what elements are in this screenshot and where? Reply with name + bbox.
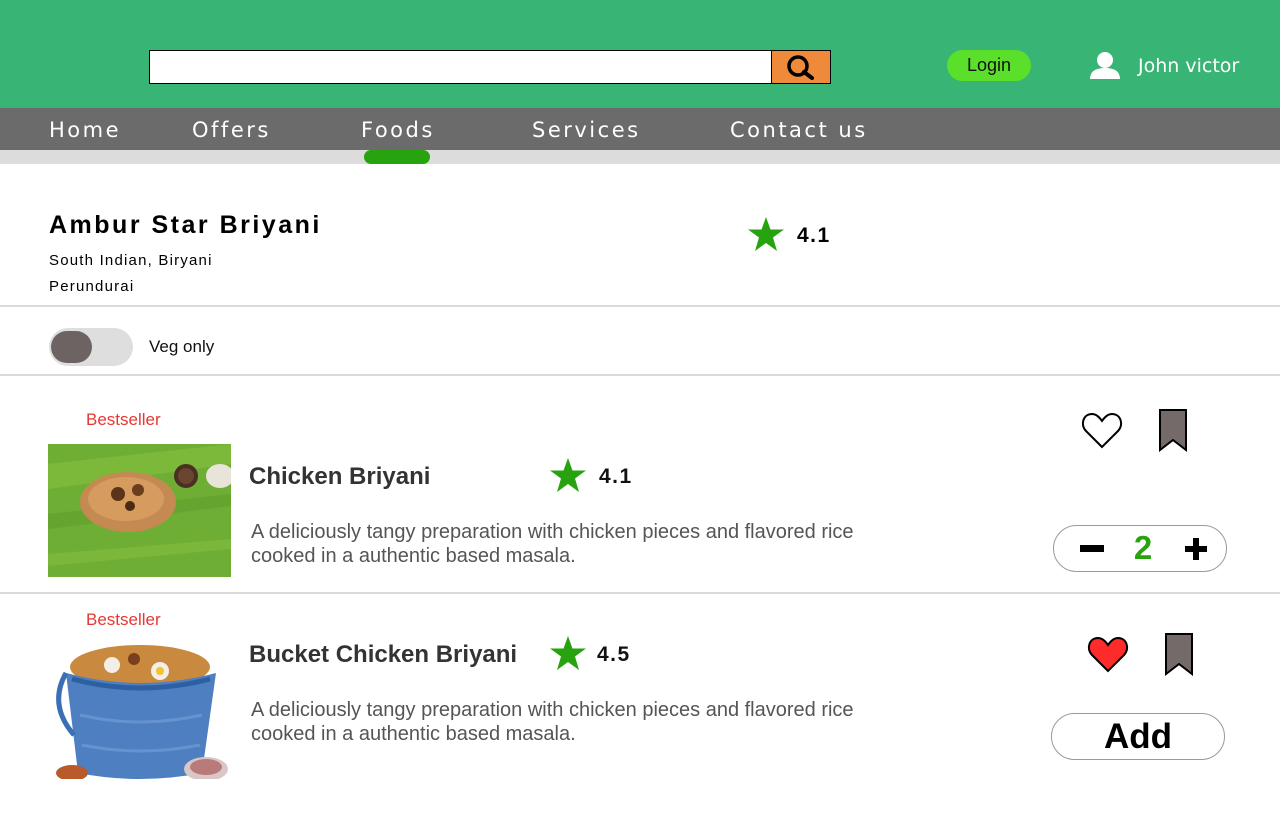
search-button[interactable] [771, 51, 830, 83]
divider [0, 592, 1280, 594]
nav-item-foods[interactable]: Foods [361, 118, 435, 142]
toggle-knob [51, 331, 92, 363]
veg-only-toggle[interactable] [49, 328, 133, 366]
minus-icon [1080, 545, 1104, 552]
restaurant-rating: 4.1 [797, 224, 831, 247]
divider [0, 305, 1280, 307]
search-bar [149, 50, 831, 84]
decrease-quantity-button[interactable] [1078, 534, 1106, 564]
chicken-briyani-image[interactable] [48, 444, 231, 577]
restaurant-location: Perundurai [49, 278, 135, 295]
bucket-chicken-briyani-image[interactable] [52, 645, 231, 779]
quantity-value: 2 [1133, 529, 1153, 566]
add-to-cart-button[interactable]: Add [1051, 713, 1225, 760]
bookmark-icon[interactable] [1164, 632, 1194, 676]
bookmark-icon[interactable] [1158, 408, 1188, 452]
item-rating: 4.5 [597, 643, 631, 666]
bestseller-badge: Bestseller [86, 610, 161, 629]
item-description: A deliciously tangy preparation with chi… [251, 521, 854, 567]
item-rating: 4.1 [599, 465, 633, 488]
quantity-stepper: 2 [1053, 525, 1227, 572]
item-description: A deliciously tangy preparation with chi… [251, 699, 854, 745]
restaurant-name: Ambur Star Briyani [49, 211, 322, 239]
bestseller-badge: Bestseller [86, 410, 161, 429]
item-name: Chicken Briyani [249, 463, 431, 490]
nav-item-offers[interactable]: Offers [192, 118, 271, 142]
plus-icon [1185, 538, 1207, 560]
star-icon [550, 458, 586, 492]
item-name: Bucket Chicken Briyani [249, 641, 518, 668]
nav-item-services[interactable]: Services [532, 118, 641, 142]
heart-icon-filled[interactable] [1087, 634, 1129, 674]
nav-item-contact-us[interactable]: Contact us [730, 118, 868, 142]
search-input[interactable] [150, 51, 771, 83]
user-icon[interactable] [1088, 50, 1122, 80]
restaurant-cuisine: South Indian, Biryani [49, 252, 213, 269]
star-icon [748, 217, 784, 251]
nav-item-home[interactable]: Home [49, 118, 121, 142]
increase-quantity-button[interactable] [1182, 534, 1210, 564]
star-icon [550, 636, 586, 670]
heart-icon[interactable] [1081, 410, 1123, 450]
search-icon [787, 55, 814, 80]
user-name[interactable]: John victor [1138, 55, 1239, 77]
veg-only-label: Veg only [149, 337, 215, 356]
divider [0, 374, 1280, 376]
active-nav-indicator [364, 150, 430, 164]
login-button[interactable]: Login [947, 50, 1031, 81]
nav-underline-track [0, 150, 1280, 164]
